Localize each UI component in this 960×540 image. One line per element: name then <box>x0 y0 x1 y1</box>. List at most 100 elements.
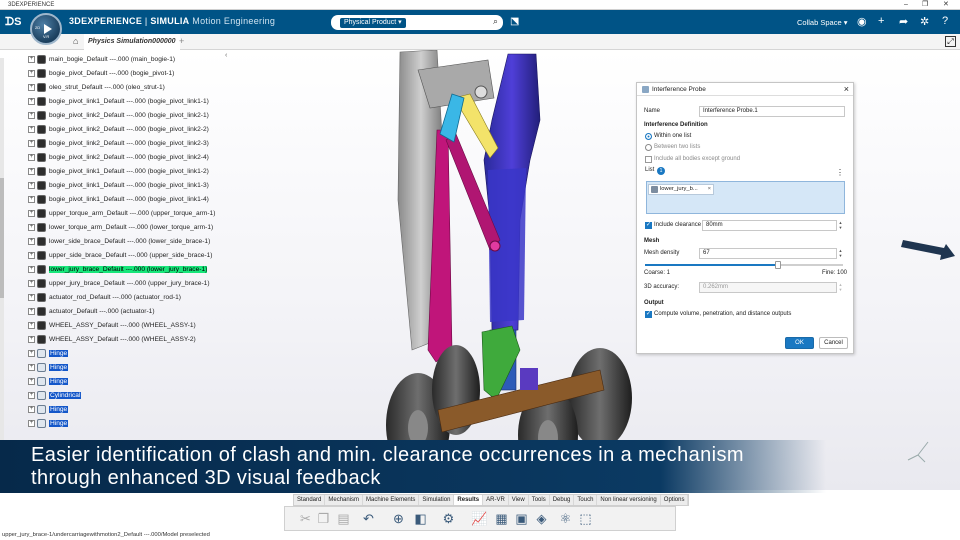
action-tab[interactable]: Simulation <box>419 495 455 505</box>
tree-part-item[interactable]: + upper_jury_brace_Default ---.000 (upper… <box>28 278 210 289</box>
copy-icon[interactable]: ❐ <box>315 510 332 527</box>
tree-joint-item[interactable]: + Hinge <box>28 348 69 359</box>
expand-icon[interactable]: + <box>28 336 35 343</box>
tree-part-item[interactable]: + lower_side_brace_Default ---.000 (lower… <box>28 236 210 247</box>
include-all-bodies-checkbox[interactable] <box>645 156 652 163</box>
search-bar[interactable]: Physical Product ▾ ⌕ <box>331 15 503 30</box>
expand-icon[interactable]: + <box>28 266 35 273</box>
action-tab[interactable]: Touch <box>574 495 598 505</box>
search-icon[interactable]: ⌕ <box>493 16 498 27</box>
bogie-pivot[interactable] <box>520 368 538 390</box>
expand-icon[interactable]: + <box>28 322 35 329</box>
restore-icon[interactable]: ❐ <box>922 0 928 10</box>
action-tab[interactable]: Options <box>661 495 689 505</box>
compute-outputs-checkbox[interactable]: ✓ <box>645 311 652 318</box>
expand-icon[interactable]: + <box>28 252 35 259</box>
expand-icon[interactable]: + <box>28 238 35 245</box>
export-icon[interactable]: ⬚ <box>577 510 594 527</box>
search-scope-select[interactable]: Physical Product ▾ <box>340 17 406 28</box>
expand-icon[interactable]: + <box>28 350 35 357</box>
expand-icon[interactable]: + <box>28 392 35 399</box>
expand-icon[interactable]: + <box>28 210 35 217</box>
expand-icon[interactable]: + <box>28 140 35 147</box>
tree-part-item[interactable]: + lower_jury_brace_Default ---.000 (lower… <box>28 264 208 275</box>
tree-part-item[interactable]: + bogie_pivot_link1_Default ---.000 (bogi… <box>28 166 209 177</box>
tree-part-item[interactable]: + WHEEL_ASSY_Default ---.000 (WHEEL_ASSY-… <box>28 320 196 331</box>
tree-part-item[interactable]: + main_bogie_Default ---.000 (main_bogie-… <box>28 54 175 65</box>
close-window-icon[interactable]: ✕ <box>943 0 949 10</box>
sensor-icon[interactable]: ▦ <box>493 510 510 527</box>
action-tab[interactable]: Results <box>454 495 484 505</box>
tree-part-item[interactable]: + lower_torque_arm_Default ---.000 (lower… <box>28 222 213 233</box>
cancel-button[interactable]: Cancel <box>819 337 848 349</box>
tree-part-item[interactable]: + WHEEL_ASSY_Default ---.000 (WHEEL_ASSY-… <box>28 334 196 345</box>
tree-part-item[interactable]: + bogie_pivot_link2_Default ---.000 (bogi… <box>28 152 209 163</box>
tree-part-item[interactable]: + bogie_pivot_link1_Default ---.000 (bogi… <box>28 96 209 107</box>
fullscreen-icon[interactable]: ⤢ <box>945 36 956 47</box>
results-icon[interactable]: ▣ <box>513 510 530 527</box>
tree-joint-item[interactable]: + Hinge <box>28 362 69 373</box>
tree-part-item[interactable]: + bogie_pivot_link2_Default ---.000 (bogi… <box>28 110 209 121</box>
clearance-field[interactable]: 80mm <box>702 220 837 231</box>
clearance-spinner[interactable]: ▲ ▼ <box>837 220 844 231</box>
mesh-density-field[interactable]: 67 <box>699 248 837 259</box>
dialog-close-icon[interactable]: × <box>844 84 849 94</box>
list-item-chip[interactable]: lower_jury_b... × <box>648 184 714 195</box>
slider-handle[interactable] <box>774 261 781 269</box>
tree-part-item[interactable]: + bogie_pivot_link2_Default ---.000 (bogi… <box>28 124 209 135</box>
help-icon[interactable]: ? <box>942 15 948 27</box>
expand-icon[interactable]: + <box>28 168 35 175</box>
play-icon[interactable] <box>44 24 52 34</box>
mesh-density-spinner[interactable]: ▲ ▼ <box>837 248 844 259</box>
action-tab[interactable]: Non linear versioning <box>597 495 661 505</box>
probe-tool-icon[interactable]: ⚛ <box>557 510 574 527</box>
tree-scrollbar[interactable] <box>0 58 4 490</box>
apps-icon[interactable]: ✲ <box>920 15 929 28</box>
undo-icon[interactable]: ↶ <box>360 510 377 527</box>
expand-icon[interactable]: + <box>28 224 35 231</box>
tree-part-item[interactable]: + bogie_pivot_link1_Default ---.000 (bogi… <box>28 180 209 191</box>
tree-joint-item[interactable]: + Hinge <box>28 376 69 387</box>
expand-icon[interactable]: + <box>28 196 35 203</box>
tree-part-item[interactable]: + bogie_pivot_link2_Default ---.000 (bogi… <box>28 138 209 149</box>
add-icon[interactable]: + <box>878 15 884 27</box>
paste-icon[interactable]: ▤ <box>335 510 352 527</box>
list-menu-icon[interactable]: ⋮ <box>836 168 844 177</box>
cut-icon[interactable]: ✂ <box>297 510 314 527</box>
tab-physics-simulation[interactable]: Physics Simulation000000 <box>84 34 180 50</box>
expand-icon[interactable]: + <box>28 154 35 161</box>
share-icon[interactable]: ➦ <box>899 15 908 28</box>
ds-logo-icon[interactable]: ᗪS <box>5 16 21 29</box>
accuracy-spinner[interactable]: ▲ ▼ <box>837 282 844 293</box>
zoom-icon[interactable]: ⊕ <box>390 510 407 527</box>
settings-icon[interactable]: ⚙ <box>440 510 457 527</box>
tree-collapse-icon[interactable]: ‹ <box>225 52 227 59</box>
new-tab-icon[interactable]: + <box>179 36 184 46</box>
axis-triad-icon[interactable] <box>907 441 929 463</box>
expand-icon[interactable]: + <box>28 364 35 371</box>
tree-part-item[interactable]: + upper_side_brace_Default ---.000 (upper… <box>28 250 212 261</box>
expand-icon[interactable]: + <box>28 112 35 119</box>
expand-icon[interactable]: + <box>28 56 35 63</box>
expand-icon[interactable]: + <box>28 70 35 77</box>
mesh-density-slider[interactable] <box>645 261 843 269</box>
tree-joint-item[interactable]: + Hinge <box>28 418 69 429</box>
expand-icon[interactable]: + <box>28 98 35 105</box>
accuracy-field[interactable]: 0.262mm <box>699 282 837 293</box>
remove-item-icon[interactable]: × <box>708 185 711 194</box>
tree-scroll-thumb[interactable] <box>0 178 4 298</box>
expand-icon[interactable]: + <box>28 84 35 91</box>
collab-space-select[interactable]: Collab Space ▾ <box>797 18 847 27</box>
action-tab[interactable]: Tools <box>529 495 550 505</box>
expand-icon[interactable]: + <box>28 420 35 427</box>
expand-icon[interactable]: + <box>28 406 35 413</box>
tag-icon[interactable]: ⬔ <box>510 16 519 27</box>
expand-icon[interactable]: + <box>28 182 35 189</box>
include-clearance-checkbox[interactable]: ✓ <box>645 222 652 229</box>
between-two-lists-radio[interactable] <box>645 144 652 151</box>
tree-part-item[interactable]: + oleo_strut_Default ---.000 (oleo_strut-… <box>28 82 165 93</box>
within-one-list-radio[interactable] <box>645 133 652 140</box>
tree-part-item[interactable]: + actuator_rod_Default ---.000 (actuator_… <box>28 292 181 303</box>
tree-part-item[interactable]: + actuator_Default ---.000 (actuator-1) <box>28 306 155 317</box>
expand-icon[interactable]: + <box>28 280 35 287</box>
